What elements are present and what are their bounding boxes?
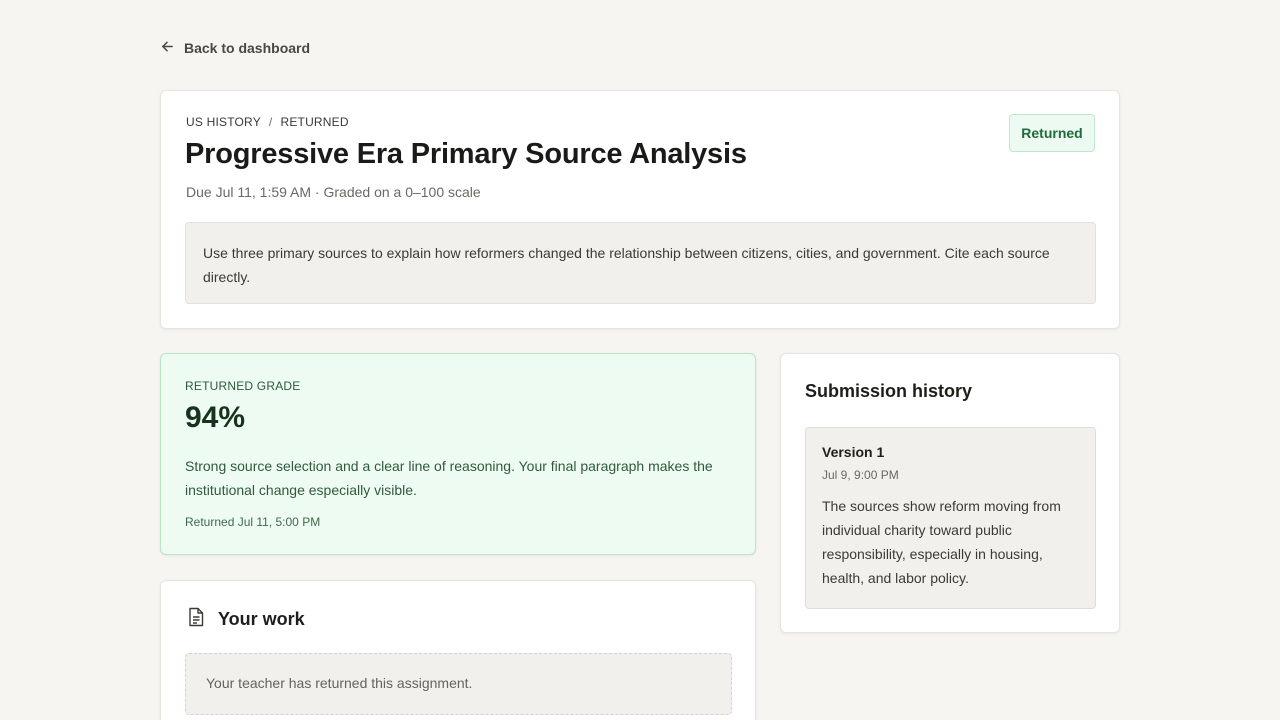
breadcrumb-course[interactable]: US HISTORY bbox=[186, 115, 261, 129]
version-name: Version 1 bbox=[822, 444, 885, 460]
your-work-heading: Your work bbox=[187, 607, 305, 632]
returned-grade-card: RETURNED GRADE 94% Strong source selecti… bbox=[160, 353, 756, 555]
back-to-dashboard-link[interactable]: Back to dashboard bbox=[161, 40, 310, 56]
page-title: Progressive Era Primary Source Analysis bbox=[185, 138, 747, 170]
list-item[interactable]: Version 1 Jul 9, 9:00 PM The sources sho… bbox=[805, 427, 1096, 609]
assignment-instructions: Use three primary sources to explain how… bbox=[185, 222, 1096, 304]
breadcrumb-separator: / bbox=[268, 115, 273, 129]
status-badge: Returned bbox=[1009, 114, 1095, 152]
document-icon bbox=[187, 607, 205, 632]
your-work-title: Your work bbox=[218, 609, 305, 629]
grade-feedback: Strong source selection and a clear line… bbox=[185, 458, 713, 498]
assignment-meta: Due Jul 11, 1:59 AM · Graded on a 0–100 … bbox=[186, 184, 481, 200]
grade-value: 94% bbox=[185, 401, 246, 434]
your-work-card: Your work Your teacher has returned this… bbox=[160, 580, 756, 720]
back-link-label: Back to dashboard bbox=[184, 40, 311, 56]
assignment-page: Back to dashboard US HISTORY / RETURNED … bbox=[0, 0, 1280, 720]
breadcrumb: US HISTORY / RETURNED bbox=[186, 115, 349, 129]
returned-notice: Your teacher has returned this assignmen… bbox=[185, 653, 732, 715]
breadcrumb-state: RETURNED bbox=[280, 115, 349, 129]
assignment-header-card: US HISTORY / RETURNED Progressive Era Pr… bbox=[160, 90, 1120, 329]
submission-history-card: Submission history Version 1 Jul 9, 9:00… bbox=[780, 353, 1120, 633]
version-text: The sources show reform moving from indi… bbox=[822, 498, 1061, 586]
version-date: Jul 9, 9:00 PM bbox=[822, 468, 899, 482]
grade-returned-date: Returned Jul 11, 5:00 PM bbox=[185, 515, 321, 529]
submission-history-title: Submission history bbox=[805, 381, 973, 401]
arrow-left-icon bbox=[161, 40, 174, 56]
grade-label: RETURNED GRADE bbox=[185, 379, 301, 393]
